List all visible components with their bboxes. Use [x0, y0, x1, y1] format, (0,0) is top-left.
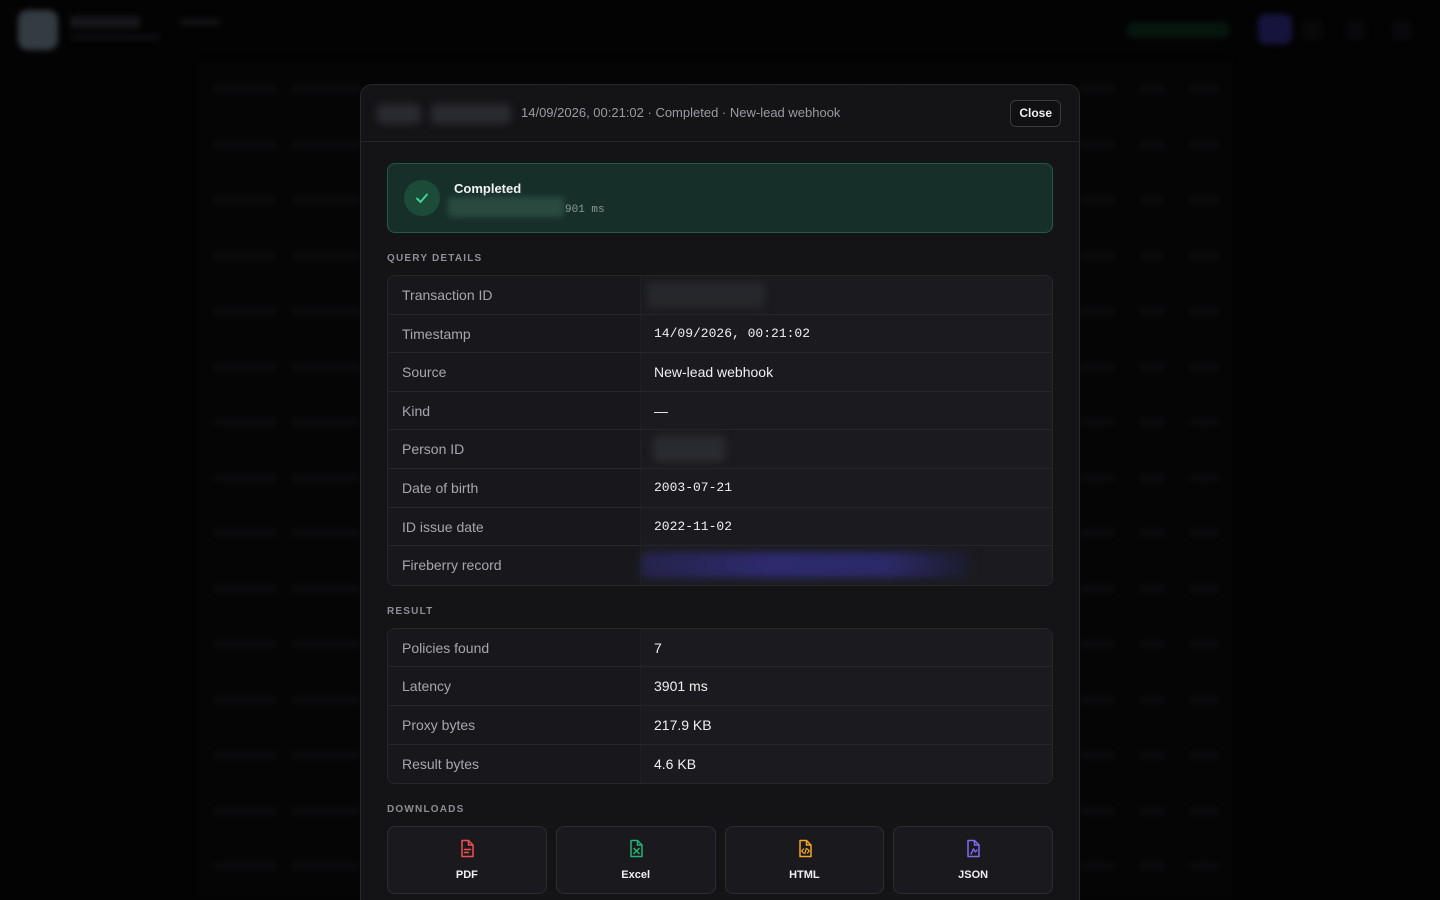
detail-key: Person ID — [388, 430, 641, 468]
redacted-value — [647, 282, 765, 308]
header-meta: 14/09/2026, 00:21:02 · Completed · New-l… — [521, 105, 841, 120]
detail-key: Proxy bytes — [388, 705, 641, 744]
detail-row: Proxy bytes 217.9 KB — [388, 705, 1052, 745]
detail-value: 4.6 KB — [641, 744, 1052, 784]
detail-value: — — [641, 391, 1052, 430]
redacted-subtitle — [431, 104, 511, 124]
redacted-value — [653, 436, 725, 463]
redacted-status-detail — [448, 197, 564, 217]
detail-key: Source — [388, 353, 641, 391]
detail-key: Result bytes — [388, 744, 641, 784]
status-title: Completed — [454, 181, 522, 196]
detail-value: New-lead webhook — [641, 353, 1052, 391]
download-label: JSON — [958, 869, 989, 882]
detail-key: Fireberry record — [388, 546, 641, 585]
query-details-table: Transaction ID Timestamp 14/09/2026, 00:21… — [387, 275, 1053, 586]
detail-key: ID issue date — [388, 507, 641, 546]
download-excel-button[interactable]: Excel — [555, 826, 716, 895]
detail-key: Timestamp — [388, 314, 641, 353]
download-label: PDF — [455, 869, 478, 882]
detail-row: Policies found 7 — [388, 628, 1052, 668]
modal-header: 14/09/2026, 00:21:02 · Completed · New-l… — [361, 85, 1079, 142]
detail-row: Kind — — [388, 391, 1052, 431]
detail-key: Latency — [388, 667, 641, 705]
redacted-value — [641, 552, 971, 579]
detail-key: Date of birth — [388, 468, 641, 507]
detail-value: 7 — [641, 628, 1052, 667]
status-latency: 901 ms — [565, 204, 605, 216]
transaction-detail-modal: 14/09/2026, 00:21:02 · Completed · New-l… — [360, 84, 1080, 900]
detail-row: Date of birth 2003-07-21 — [388, 468, 1052, 508]
detail-row: Latency 3901 ms — [388, 667, 1052, 706]
detail-value: 3901 ms — [641, 667, 1052, 705]
modal-body: Completed 901 ms QUERY DETAILS Transacti… — [387, 163, 1053, 895]
download-label: HTML — [789, 869, 820, 882]
detail-value[interactable] — [641, 276, 1052, 314]
downloads-label: DOWNLOADS — [387, 804, 465, 816]
detail-value[interactable] — [641, 546, 1052, 585]
detail-row: Person ID — [388, 430, 1052, 469]
download-label: Excel — [621, 869, 650, 882]
download-pdf-button[interactable]: PDF — [387, 826, 547, 895]
status-card: Completed 901 ms — [387, 163, 1053, 233]
close-button[interactable]: Close — [1010, 100, 1061, 127]
downloads-row: PDF Excel HTML JSON — [387, 826, 1053, 895]
download-json-button[interactable]: JSON — [893, 826, 1053, 895]
detail-key: Kind — [388, 391, 641, 430]
detail-key: Policies found — [388, 628, 641, 667]
query-details-label: QUERY DETAILS — [387, 253, 483, 264]
detail-row: Result bytes 4.6 KB — [388, 744, 1052, 784]
detail-row: Source New-lead webhook — [388, 353, 1052, 392]
detail-row: Timestamp 14/09/2026, 00:21:02 — [388, 314, 1052, 354]
result-label: RESULT — [387, 605, 434, 617]
detail-value: 14/09/2026, 00:21:02 — [641, 314, 1052, 353]
detail-row: Transaction ID — [388, 276, 1052, 315]
result-table: Policies found 7 Latency 3901 ms Proxy bytes… — [387, 627, 1053, 785]
file-pdf-icon — [461, 839, 474, 858]
detail-value: 2003-07-21 — [641, 468, 1052, 507]
detail-key: Transaction ID — [388, 276, 641, 314]
detail-value[interactable] — [641, 430, 1052, 468]
detail-value: 2022-11-02 — [641, 507, 1052, 546]
file-code-icon — [798, 839, 812, 858]
file-json-icon — [967, 839, 980, 858]
detail-value: 217.9 KB — [641, 705, 1052, 744]
detail-row: Fireberry record — [388, 546, 1052, 585]
redacted-title — [377, 104, 421, 124]
download-html-button[interactable]: HTML — [724, 826, 885, 895]
check-icon — [404, 180, 440, 216]
detail-row: ID issue date 2022-11-02 — [388, 507, 1052, 547]
file-excel-icon — [630, 839, 643, 858]
